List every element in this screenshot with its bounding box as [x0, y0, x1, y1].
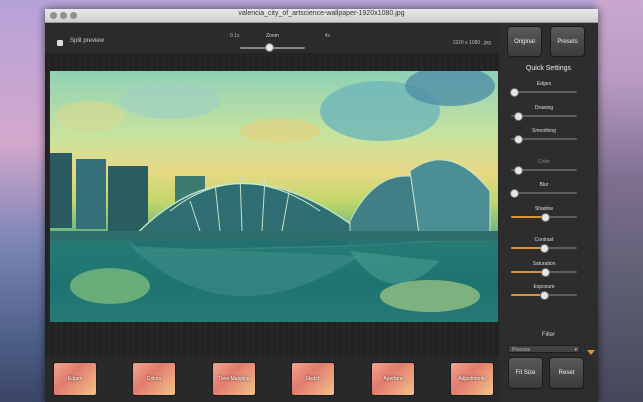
fit-size-button[interactable]: Fit Size — [508, 357, 543, 389]
collapse-panel-icon[interactable] — [587, 350, 595, 355]
presets-button[interactable]: Presets — [550, 26, 585, 57]
slider-knob[interactable] — [540, 244, 549, 253]
slider-saturation-label: Saturation — [532, 261, 556, 267]
quick-settings-heading: Quick Settings — [525, 65, 572, 72]
slider-knob[interactable] — [541, 268, 551, 277]
original-button[interactable]: Original — [507, 26, 542, 57]
slider-knob[interactable] — [541, 213, 551, 222]
zoom-label: Zoom — [266, 33, 279, 39]
cartoonized-photo — [50, 71, 498, 322]
window-title: valencia_city_of_artscience-wallpaper-19… — [238, 10, 405, 17]
slider-smoothing-label: Smoothing — [532, 128, 556, 134]
image-canvas[interactable] — [45, 53, 499, 357]
zoom-max-label: 4x — [324, 33, 330, 39]
title-bar: valencia_city_of_artscience-wallpaper-19… — [45, 9, 598, 23]
slider-shadow-label: Shadow — [534, 206, 554, 212]
effect-sketch-button[interactable]: Sketch — [291, 362, 335, 396]
slider-knob[interactable] — [513, 166, 523, 175]
app-window: valencia_city_of_artscience-wallpaper-19… — [45, 9, 598, 402]
filter-select[interactable]: Process ▾ — [508, 345, 580, 353]
image-dimensions: 1920 x 1080 , jpg — [452, 40, 491, 46]
slider-knob[interactable] — [540, 291, 549, 300]
effect-colors-button[interactable]: Colors — [132, 362, 176, 396]
zoom-min-label: 0.1x — [230, 33, 240, 39]
slider-contrast-label: Contrast — [534, 237, 554, 243]
slider-knob[interactable] — [510, 189, 520, 198]
desktop-wallpaper-right — [595, 0, 643, 402]
slider-track[interactable] — [511, 91, 577, 93]
reset-button[interactable]: Reset — [549, 357, 584, 389]
effects-bar: Edges Colors Tone Mapping Sketch Apertur… — [45, 357, 499, 402]
effect-tone-mapping-label: Tone Mapping — [218, 376, 250, 382]
effect-adjustments-label: Adjustments — [458, 376, 486, 382]
effect-aperture-label: Aperture — [383, 376, 403, 382]
slider-fill — [511, 271, 546, 273]
quick-settings-panel: Original Presets Quick Settings Edges Dr… — [499, 23, 598, 402]
effect-sketch-label: Sketch — [305, 376, 321, 382]
chevron-down-icon: ▾ — [574, 347, 577, 353]
split-preview-label: Split preview — [70, 38, 105, 44]
filter-select-value: Process — [512, 347, 531, 353]
slider-track[interactable] — [511, 192, 577, 194]
slider-exposure-label: Exposure — [533, 284, 555, 290]
effect-edges-button[interactable]: Edges — [53, 362, 97, 396]
preview-image — [50, 71, 498, 322]
effect-edges-label: Edges — [67, 376, 83, 382]
slider-fill — [511, 216, 546, 218]
effect-aperture-button[interactable]: Aperture — [371, 362, 415, 396]
top-toolbar: Split preview 0.1x Zoom 4x 1920 x 1080 ,… — [45, 23, 499, 53]
slider-edges-label: Edges — [536, 81, 552, 87]
filter-label: Filter — [541, 332, 556, 338]
effect-adjustments-button[interactable]: Adjustments — [450, 362, 494, 396]
effect-tone-mapping-button[interactable]: Tone Mapping — [212, 362, 256, 396]
slider-knob[interactable] — [513, 135, 523, 144]
slider-blur-label: Blur — [539, 182, 549, 188]
zoom-slider-knob[interactable] — [265, 43, 275, 52]
effect-colors-label: Colors — [146, 376, 162, 382]
slider-knob[interactable] — [513, 112, 523, 121]
split-preview-checkbox[interactable] — [57, 40, 63, 46]
slider-drawing-label: Drawing — [534, 105, 554, 111]
slider-color-label: Color — [538, 159, 550, 165]
slider-knob[interactable] — [510, 88, 520, 97]
desktop-wallpaper-left — [0, 0, 45, 402]
zoom-control: 0.1x Zoom 4x — [230, 33, 330, 53]
